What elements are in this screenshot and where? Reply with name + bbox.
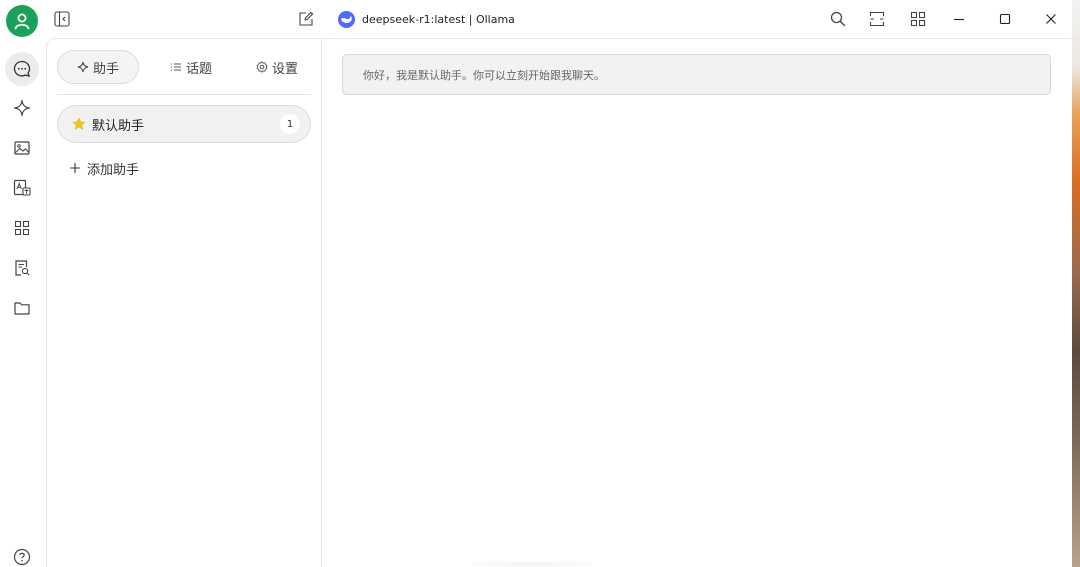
nav-apps-button[interactable] bbox=[5, 211, 39, 245]
minimize-icon bbox=[954, 18, 964, 21]
close-icon bbox=[1046, 14, 1056, 24]
new-topic-button[interactable] bbox=[295, 8, 317, 30]
grid-icon bbox=[910, 11, 926, 27]
tab-topics[interactable]: 话题 bbox=[153, 50, 229, 84]
layout-button[interactable] bbox=[907, 8, 929, 30]
tab-assistants-label: 助手 bbox=[92, 61, 119, 77]
list-icon bbox=[170, 63, 181, 71]
edit-icon bbox=[299, 11, 314, 26]
search-icon bbox=[830, 11, 846, 27]
plus-icon bbox=[70, 163, 80, 173]
desktop-background bbox=[1072, 0, 1080, 567]
nav-paint-button[interactable] bbox=[5, 131, 39, 165]
nav-files-button[interactable] bbox=[5, 291, 39, 325]
translate-icon bbox=[13, 179, 31, 196]
welcome-message: 你好，我是默认助手。你可以立刻开始跟我聊天。 bbox=[342, 54, 1051, 95]
sparkle-icon bbox=[13, 99, 31, 117]
nav-chat-button[interactable] bbox=[5, 52, 39, 86]
tab-settings-label: 设置 bbox=[271, 61, 298, 77]
sidebar-collapse-icon bbox=[54, 11, 70, 27]
title-bar: deepseek-r1:latest | Ollama bbox=[46, 0, 1072, 38]
narrow-mode-button[interactable] bbox=[866, 8, 888, 30]
minimize-button[interactable] bbox=[948, 8, 970, 30]
user-avatar[interactable] bbox=[6, 5, 38, 37]
image-icon bbox=[14, 141, 30, 155]
model-name: deepseek-r1:latest | Ollama bbox=[362, 12, 515, 26]
assistant-panel: 助手 话题 设置 默认助手 1 添加助手 bbox=[46, 38, 322, 567]
chat-area: 你好，我是默认助手。你可以立刻开始跟我聊天。 bbox=[322, 38, 1072, 567]
close-button[interactable] bbox=[1040, 8, 1062, 30]
tab-assistants[interactable]: 助手 bbox=[57, 50, 139, 84]
gear-icon bbox=[256, 61, 268, 73]
folder-icon bbox=[14, 302, 30, 315]
add-assistant-label: 添加助手 bbox=[87, 162, 140, 178]
maximize-button[interactable] bbox=[994, 8, 1016, 30]
apps-icon bbox=[14, 220, 30, 236]
panel-tabs: 助手 话题 设置 bbox=[47, 39, 323, 95]
assistant-item-default[interactable]: 默认助手 1 bbox=[57, 105, 311, 143]
tab-settings[interactable]: 设置 bbox=[239, 50, 315, 84]
chat-icon bbox=[13, 60, 31, 77]
toggle-sidebar-button[interactable] bbox=[51, 8, 73, 30]
deepseek-logo-icon bbox=[338, 10, 355, 28]
search-button[interactable] bbox=[827, 8, 849, 30]
nav-knowledge-button[interactable] bbox=[5, 251, 39, 285]
tab-topics-label: 话题 bbox=[185, 61, 212, 77]
tabs-divider bbox=[57, 94, 311, 95]
help-button[interactable] bbox=[5, 540, 39, 567]
star-icon bbox=[72, 117, 86, 130]
nav-agents-button[interactable] bbox=[5, 91, 39, 125]
help-icon bbox=[13, 548, 31, 566]
nav-rail bbox=[0, 0, 46, 567]
topic-count-badge: 1 bbox=[280, 114, 300, 134]
input-area-shadow bbox=[472, 561, 592, 567]
assistant-name: 默认助手 bbox=[92, 118, 145, 134]
nav-translate-button[interactable] bbox=[5, 171, 39, 205]
expand-icon bbox=[869, 11, 885, 27]
maximize-icon bbox=[999, 13, 1011, 25]
app-window: deepseek-r1:latest | Ollama 助手 话题 设置 默认助… bbox=[0, 0, 1072, 567]
sparkle-icon bbox=[77, 61, 89, 73]
model-selector[interactable]: deepseek-r1:latest | Ollama bbox=[338, 9, 515, 29]
add-assistant-button[interactable]: 添加助手 bbox=[69, 157, 139, 179]
document-search-icon bbox=[15, 260, 30, 276]
user-icon bbox=[14, 13, 30, 30]
